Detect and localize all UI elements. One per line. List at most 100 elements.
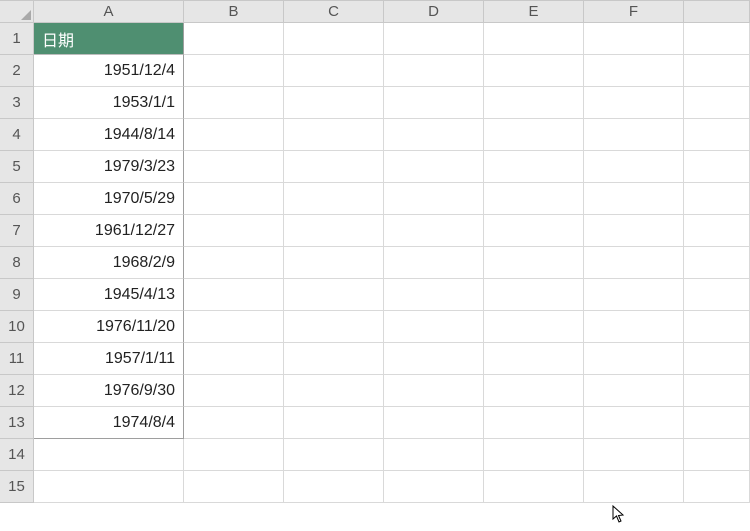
cell[interactable]	[384, 375, 484, 407]
column-header[interactable]: D	[384, 1, 484, 23]
cell[interactable]	[184, 375, 284, 407]
cell[interactable]	[384, 183, 484, 215]
cell[interactable]	[484, 279, 584, 311]
cell[interactable]	[384, 87, 484, 119]
data-cell[interactable]: 1979/3/23	[34, 151, 184, 183]
data-cell[interactable]: 1976/11/20	[34, 311, 184, 343]
data-cell[interactable]: 1957/1/11	[34, 343, 184, 375]
cell[interactable]	[384, 119, 484, 151]
cell[interactable]	[284, 311, 384, 343]
data-cell[interactable]: 1974/8/4	[34, 407, 184, 439]
cell[interactable]	[384, 439, 484, 471]
cell[interactable]	[184, 439, 284, 471]
spreadsheet-grid[interactable]: ABCDEF1日期21951/12/431953/1/141944/8/1451…	[0, 0, 750, 503]
data-cell[interactable]: 1953/1/1	[34, 87, 184, 119]
cell[interactable]	[284, 119, 384, 151]
cell[interactable]	[34, 439, 184, 471]
cell[interactable]	[184, 279, 284, 311]
cell[interactable]	[284, 247, 384, 279]
cell[interactable]	[184, 471, 284, 503]
cell[interactable]	[684, 183, 750, 215]
data-cell[interactable]: 1961/12/27	[34, 215, 184, 247]
cell[interactable]	[584, 151, 684, 183]
cell[interactable]	[584, 87, 684, 119]
cell[interactable]	[384, 23, 484, 55]
cell[interactable]	[184, 23, 284, 55]
data-cell[interactable]: 1944/8/14	[34, 119, 184, 151]
cell[interactable]	[184, 55, 284, 87]
cell[interactable]	[584, 311, 684, 343]
cell[interactable]	[384, 215, 484, 247]
cell[interactable]	[284, 23, 384, 55]
cell[interactable]	[184, 215, 284, 247]
column-header[interactable]: E	[484, 1, 584, 23]
cell[interactable]	[284, 151, 384, 183]
cell[interactable]	[484, 151, 584, 183]
cell[interactable]	[484, 215, 584, 247]
column-header[interactable]	[684, 1, 750, 23]
cell[interactable]	[34, 471, 184, 503]
row-header[interactable]: 7	[0, 215, 34, 247]
row-header[interactable]: 3	[0, 87, 34, 119]
cell[interactable]	[484, 247, 584, 279]
row-header[interactable]: 4	[0, 119, 34, 151]
cell[interactable]	[484, 407, 584, 439]
cell[interactable]	[484, 471, 584, 503]
data-cell[interactable]: 1970/5/29	[34, 183, 184, 215]
cell[interactable]	[584, 471, 684, 503]
cell[interactable]	[684, 375, 750, 407]
row-header[interactable]: 12	[0, 375, 34, 407]
cell[interactable]	[484, 183, 584, 215]
data-cell[interactable]: 1968/2/9	[34, 247, 184, 279]
cell[interactable]	[584, 55, 684, 87]
cell[interactable]	[184, 343, 284, 375]
cell[interactable]	[484, 439, 584, 471]
cell[interactable]	[384, 407, 484, 439]
column-header[interactable]: B	[184, 1, 284, 23]
cell[interactable]	[384, 55, 484, 87]
cell[interactable]	[684, 439, 750, 471]
cell[interactable]	[384, 471, 484, 503]
cell[interactable]	[584, 119, 684, 151]
cell[interactable]	[684, 23, 750, 55]
header-cell-date[interactable]: 日期	[34, 23, 184, 55]
cell[interactable]	[684, 151, 750, 183]
cell[interactable]	[684, 119, 750, 151]
cell[interactable]	[284, 55, 384, 87]
cell[interactable]	[384, 311, 484, 343]
cell[interactable]	[584, 247, 684, 279]
cell[interactable]	[184, 151, 284, 183]
select-all-corner[interactable]	[0, 1, 34, 23]
row-header[interactable]: 1	[0, 23, 34, 55]
row-header[interactable]: 10	[0, 311, 34, 343]
cell[interactable]	[684, 311, 750, 343]
cell[interactable]	[584, 407, 684, 439]
cell[interactable]	[484, 343, 584, 375]
cell[interactable]	[384, 343, 484, 375]
data-cell[interactable]: 1951/12/4	[34, 55, 184, 87]
cell[interactable]	[284, 279, 384, 311]
cell[interactable]	[184, 87, 284, 119]
data-cell[interactable]: 1976/9/30	[34, 375, 184, 407]
cell[interactable]	[684, 343, 750, 375]
cell[interactable]	[384, 247, 484, 279]
cell[interactable]	[684, 279, 750, 311]
cell[interactable]	[484, 87, 584, 119]
cell[interactable]	[284, 439, 384, 471]
cell[interactable]	[484, 119, 584, 151]
cell[interactable]	[584, 215, 684, 247]
cell[interactable]	[184, 247, 284, 279]
cell[interactable]	[284, 407, 384, 439]
cell[interactable]	[684, 215, 750, 247]
cell[interactable]	[184, 119, 284, 151]
cell[interactable]	[684, 55, 750, 87]
cell[interactable]	[584, 375, 684, 407]
cell[interactable]	[584, 439, 684, 471]
data-cell[interactable]: 1945/4/13	[34, 279, 184, 311]
cell[interactable]	[584, 279, 684, 311]
cell[interactable]	[684, 247, 750, 279]
cell[interactable]	[484, 23, 584, 55]
cell[interactable]	[584, 183, 684, 215]
cell[interactable]	[284, 87, 384, 119]
column-header[interactable]: A	[34, 1, 184, 23]
